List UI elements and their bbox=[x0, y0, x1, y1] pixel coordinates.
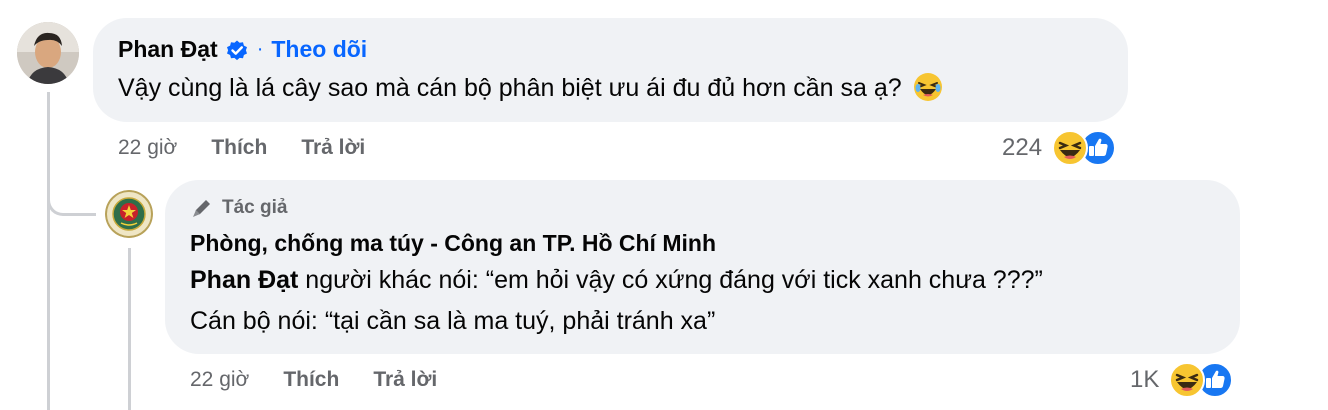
reply-line-1-rest: người khác nói: “em hỏi vậy có xứng đáng… bbox=[298, 266, 1043, 294]
haha-emoji-icon bbox=[913, 73, 942, 101]
comment-text-content: Vậy cùng là lá cây sao mà cán bộ phân bi… bbox=[118, 74, 902, 102]
follow-link[interactable]: Theo dõi bbox=[271, 36, 367, 63]
comment-text: Vậy cùng là lá cây sao mà cán bộ phân bi… bbox=[118, 72, 943, 103]
comment-reply-button[interactable]: Trả lời bbox=[301, 136, 365, 160]
separator-dot: · bbox=[256, 38, 264, 60]
avatar-phan-dat[interactable] bbox=[17, 22, 79, 84]
author-badge: Tác giả bbox=[190, 196, 287, 220]
reply-text-line-1: Phan Đạt người khác nói: “em hỏi vậy có … bbox=[190, 266, 1043, 295]
reply-reaction-icons bbox=[1163, 362, 1235, 398]
reply-like-button[interactable]: Thích bbox=[283, 368, 339, 392]
comment-reactions[interactable]: 224 bbox=[1002, 130, 1118, 166]
thread-line-vertical bbox=[47, 92, 50, 410]
comment-actions: 22 giờ Thích Trả lời bbox=[118, 136, 399, 160]
mention-link[interactable]: Phan Đạt bbox=[190, 266, 298, 294]
reply-text-line-2: Cán bộ nói: “tại cần sa là ma tuý, phải … bbox=[190, 307, 716, 335]
reply-reactions[interactable]: 1K bbox=[1130, 362, 1235, 398]
reaction-icons bbox=[1046, 130, 1118, 166]
comment-time[interactable]: 22 giờ bbox=[118, 136, 177, 160]
avatar-page-logo[interactable] bbox=[105, 190, 153, 238]
comment-like-button[interactable]: Thích bbox=[211, 136, 267, 160]
comment-reaction-count: 224 bbox=[1002, 134, 1043, 161]
reply-reaction-count: 1K bbox=[1130, 366, 1160, 393]
reply-thread-line bbox=[128, 248, 131, 410]
haha-reaction-icon bbox=[1052, 130, 1089, 166]
comment-bubble bbox=[93, 18, 1128, 122]
comment-header: Phan Đạt · Theo dõi bbox=[118, 36, 367, 63]
comment-author-name[interactable]: Phan Đạt bbox=[118, 36, 218, 63]
reply-reply-button[interactable]: Trả lời bbox=[373, 368, 437, 392]
verified-badge-icon bbox=[225, 38, 249, 62]
haha-reaction-icon bbox=[1169, 362, 1206, 398]
reply-actions: 22 giờ Thích Trả lời bbox=[190, 368, 471, 392]
reply-page-name[interactable]: Phòng, chống ma túy - Công an TP. Hồ Chí… bbox=[190, 230, 716, 257]
author-badge-label: Tác giả bbox=[222, 197, 288, 218]
pen-icon bbox=[193, 200, 210, 217]
thread-line-curve bbox=[47, 195, 96, 216]
reply-time[interactable]: 22 giờ bbox=[190, 368, 249, 392]
